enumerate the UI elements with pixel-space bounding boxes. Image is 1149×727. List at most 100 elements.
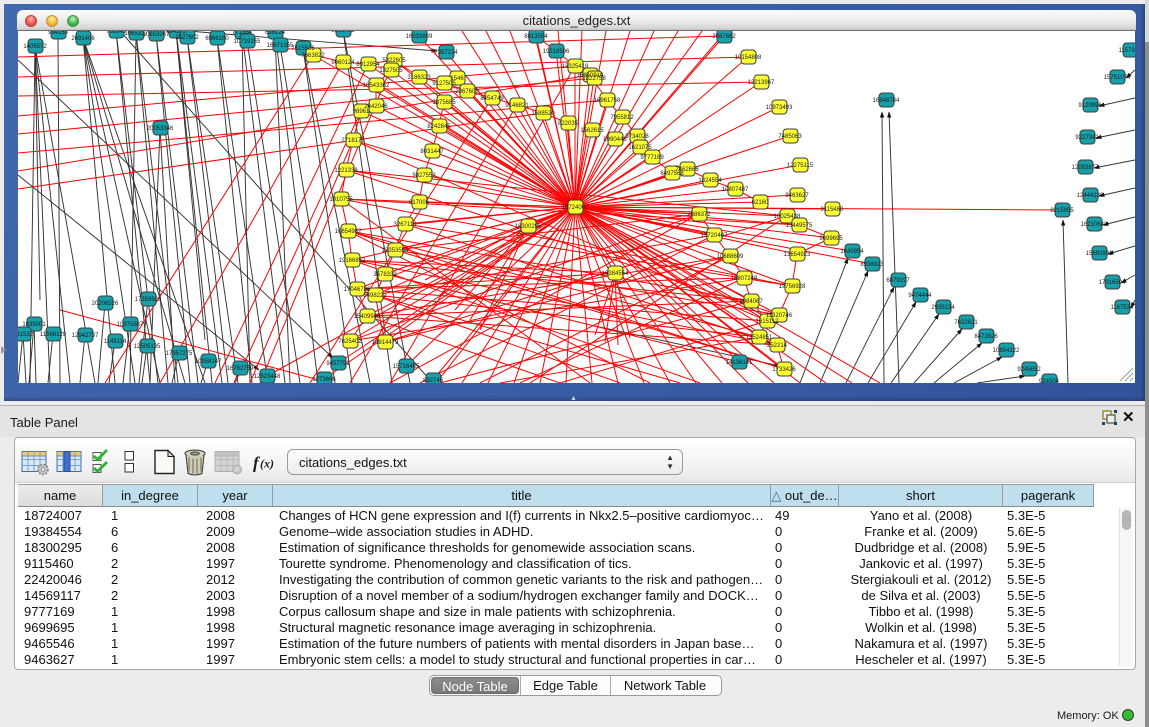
svg-text:(x): (x)	[260, 457, 274, 471]
svg-text:7625402: 7625402	[338, 339, 362, 345]
svg-text:5322605: 5322605	[382, 58, 406, 64]
svg-text:9146821: 9146821	[505, 103, 529, 109]
svg-text:20053346: 20053346	[147, 126, 174, 132]
svg-text:2691406: 2691406	[71, 36, 95, 42]
svg-text:817006: 817006	[409, 200, 430, 206]
svg-text:9777169: 9777169	[640, 155, 664, 161]
svg-text:9227341: 9227341	[1075, 135, 1099, 141]
svg-text:1527602: 1527602	[175, 35, 199, 41]
svg-text:17957275: 17957275	[166, 351, 193, 357]
svg-text:991532: 991532	[18, 332, 34, 338]
svg-text:16961758: 16961758	[594, 98, 621, 104]
svg-text:19218506: 19218506	[543, 49, 570, 55]
svg-text:1145114: 1145114	[104, 339, 127, 345]
svg-text:13325419: 13325419	[562, 64, 589, 70]
svg-text:832746: 832746	[423, 378, 444, 383]
svg-text:11320746: 11320746	[766, 313, 793, 319]
svg-text:12923448: 12923448	[254, 374, 281, 380]
svg-text:12505135: 12505135	[134, 344, 161, 350]
svg-text:15751074: 15751074	[1104, 75, 1131, 81]
svg-text:9827552: 9827552	[412, 173, 436, 179]
svg-text:15716485: 15716485	[393, 364, 420, 370]
svg-text:9127505: 9127505	[432, 81, 456, 87]
svg-text:18300295: 18300295	[515, 224, 542, 230]
svg-text:7632621: 7632621	[954, 320, 978, 326]
svg-text:11568129: 11568129	[40, 332, 67, 338]
svg-text:14136141: 14136141	[726, 360, 753, 366]
svg-text:8454749: 8454749	[480, 96, 504, 102]
svg-text:1621075: 1621075	[628, 145, 652, 151]
svg-text:16782759: 16782759	[227, 366, 254, 372]
svg-text:8938923: 8938923	[860, 262, 884, 268]
svg-text:16671355: 16671355	[267, 43, 294, 49]
svg-text:2718176: 2718176	[341, 138, 365, 144]
svg-text:14914479: 14914479	[372, 340, 399, 346]
svg-text:3578332: 3578332	[373, 272, 397, 278]
svg-text:98961: 98961	[353, 109, 370, 115]
svg-text:3267110: 3267110	[394, 222, 418, 228]
svg-text:10973493: 10973493	[766, 105, 793, 111]
svg-text:8861452: 8861452	[331, 31, 355, 34]
svg-text:1835001: 1835001	[22, 322, 46, 328]
svg-text:62160: 62160	[752, 200, 769, 206]
svg-text:3186323: 3186323	[407, 75, 431, 81]
svg-text:20206526: 20206526	[92, 301, 119, 307]
svg-text:19166852: 19166852	[339, 258, 366, 264]
svg-text:16210643: 16210643	[1081, 222, 1108, 228]
svg-text:13449575: 13449575	[786, 223, 813, 229]
svg-text:1588520: 1588520	[531, 111, 555, 117]
svg-text:8242845: 8242845	[427, 124, 451, 130]
svg-text:17016504: 17016504	[1099, 280, 1126, 286]
svg-text:1221338: 1221338	[334, 168, 358, 174]
svg-text:9463627: 9463627	[785, 193, 809, 199]
svg-text:2367608: 2367608	[455, 89, 479, 95]
svg-text:7462666: 7462666	[675, 167, 699, 173]
svg-text:7955812: 7955812	[610, 115, 634, 121]
svg-text:12353594: 12353594	[382, 248, 409, 254]
svg-text:12093877: 12093877	[1072, 165, 1099, 171]
svg-text:9245652: 9245652	[1017, 367, 1041, 373]
svg-text:16033809: 16033809	[406, 34, 433, 40]
svg-text:9660124: 9660124	[331, 60, 355, 66]
svg-text:10154808: 10154808	[735, 55, 762, 61]
svg-text:9734028: 9734028	[625, 134, 649, 140]
svg-text:10654122: 10654122	[993, 348, 1020, 354]
svg-text:12213967: 12213967	[748, 80, 775, 86]
svg-text:1327505: 1327505	[379, 68, 403, 74]
svg-text:822035: 822035	[558, 121, 579, 127]
svg-text:15720407: 15720407	[701, 233, 728, 239]
svg-text:636124: 636124	[265, 31, 286, 36]
svg-text:9129996: 9129996	[1078, 103, 1102, 109]
svg-text:13524851: 13524851	[746, 335, 773, 341]
svg-text:10719155: 10719155	[234, 39, 261, 45]
svg-text:18807249: 18807249	[731, 276, 758, 282]
svg-text:10975887: 10975887	[117, 322, 144, 328]
svg-text:10807487: 10807487	[722, 187, 749, 193]
svg-text:15692991: 15692991	[1086, 251, 1113, 257]
svg-text:8912954: 8912954	[356, 62, 380, 68]
svg-text:252214: 252214	[767, 343, 788, 349]
svg-text:12275115: 12275115	[787, 163, 814, 169]
svg-text:1273666: 1273666	[312, 377, 336, 383]
svg-text:7886372: 7886372	[687, 212, 711, 218]
svg-text:6966160: 6966160	[205, 36, 229, 42]
svg-text:1024554: 1024554	[698, 178, 722, 184]
svg-text:12444139: 12444139	[1077, 193, 1104, 199]
svg-text:13654923: 13654923	[784, 252, 811, 258]
svg-text:16648784: 16648784	[873, 98, 900, 104]
svg-text:8471626: 8471626	[974, 334, 998, 340]
svg-text:5498222: 5498222	[363, 293, 387, 299]
svg-text:10025438: 10025438	[774, 214, 801, 220]
svg-text:1615112: 1615112	[756, 319, 780, 325]
svg-text:1010755: 1010755	[329, 197, 353, 203]
svg-text:1405572: 1405572	[23, 44, 47, 50]
svg-text:2935134: 2935134	[931, 305, 955, 311]
svg-text:8813054: 8813054	[524, 34, 548, 40]
svg-text:1733426: 1733426	[772, 367, 796, 373]
svg-text:9699695: 9699695	[819, 236, 843, 242]
svg-text:10958147: 10958147	[195, 359, 222, 365]
svg-text:10654982: 10654982	[335, 229, 362, 235]
svg-text:19384554: 19384554	[602, 271, 629, 277]
svg-text:9984067: 9984067	[739, 299, 763, 305]
svg-text:8215955: 8215955	[1050, 208, 1074, 214]
